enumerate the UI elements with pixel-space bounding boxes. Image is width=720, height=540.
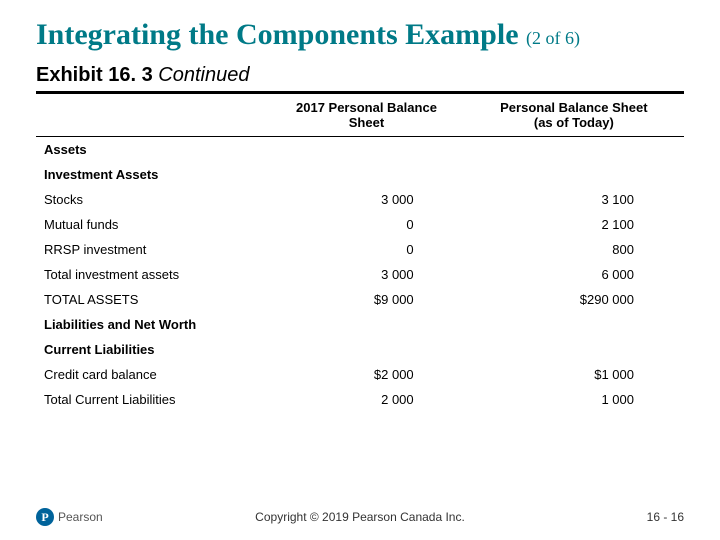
row-total-current-liabilities: Total Current Liabilities 2 000 1 000 [36, 387, 684, 412]
section-assets: Assets [36, 137, 684, 163]
cell-2017: 2 000 [269, 387, 463, 412]
row-total-assets: TOTAL ASSETS $9 000 $290 000 [36, 287, 684, 312]
section-investment-assets-label: Investment Assets [36, 162, 684, 187]
section-assets-label: Assets [36, 137, 684, 163]
slide-title: Integrating the Components Example (2 of… [36, 18, 684, 52]
exhibit-continued: Continued [158, 64, 249, 86]
row-mutual-funds: Mutual funds 0 2 100 [36, 212, 684, 237]
section-investment-assets: Investment Assets [36, 162, 684, 187]
cell-today: 800 [464, 237, 684, 262]
title-main: Integrating the Components Example [36, 18, 519, 51]
col-header-today: Personal Balance Sheet (as of Today) [464, 93, 684, 137]
cell-2017: $2 000 [269, 362, 463, 387]
cell-2017: 0 [269, 237, 463, 262]
cell-today: 1 000 [464, 387, 684, 412]
pearson-logo-icon: P [36, 508, 54, 526]
section-current-liabilities-label: Current Liabilities [36, 337, 684, 362]
cell-today: 2 100 [464, 212, 684, 237]
cell-label: Mutual funds [36, 212, 269, 237]
section-liabilities-networth-label: Liabilities and Net Worth [36, 312, 684, 337]
row-rrsp: RRSP investment 0 800 [36, 237, 684, 262]
section-liabilities-networth: Liabilities and Net Worth [36, 312, 684, 337]
exhibit-label: Exhibit 16. 3 [36, 64, 153, 86]
copyright-text: Copyright © 2019 Pearson Canada Inc. [255, 510, 465, 524]
cell-2017: $9 000 [269, 287, 463, 312]
row-total-investment-assets: Total investment assets 3 000 6 000 [36, 262, 684, 287]
col-header-today-l2: (as of Today) [534, 115, 614, 130]
row-credit-card-balance: Credit card balance $2 000 $1 000 [36, 362, 684, 387]
cell-label: Stocks [36, 187, 269, 212]
title-suffix: (2 of 6) [526, 28, 580, 48]
publisher-name: Pearson [58, 510, 103, 524]
table-header-row: 2017 Personal Balance Sheet Personal Bal… [36, 93, 684, 137]
col-header-today-l1: Personal Balance Sheet [500, 100, 647, 115]
balance-sheet-table: 2017 Personal Balance Sheet Personal Bal… [36, 91, 684, 412]
cell-label: RRSP investment [36, 237, 269, 262]
slide: Integrating the Components Example (2 of… [0, 0, 720, 540]
cell-2017: 0 [269, 212, 463, 237]
cell-2017: 3 000 [269, 262, 463, 287]
cell-label: Credit card balance [36, 362, 269, 387]
cell-label: Total investment assets [36, 262, 269, 287]
cell-today: $1 000 [464, 362, 684, 387]
cell-today: 3 100 [464, 187, 684, 212]
col-header-2017: 2017 Personal Balance Sheet [269, 93, 463, 137]
cell-label: TOTAL ASSETS [36, 287, 269, 312]
section-current-liabilities: Current Liabilities [36, 337, 684, 362]
page-number: 16 - 16 [647, 510, 684, 524]
cell-today: 6 000 [464, 262, 684, 287]
publisher-logo: P Pearson [36, 508, 103, 526]
footer: P Pearson Copyright © 2019 Pearson Canad… [0, 508, 720, 526]
row-stocks: Stocks 3 000 3 100 [36, 187, 684, 212]
cell-2017: 3 000 [269, 187, 463, 212]
cell-today: $290 000 [464, 287, 684, 312]
cell-label: Total Current Liabilities [36, 387, 269, 412]
exhibit-line: Exhibit 16. 3 Continued [36, 64, 684, 87]
